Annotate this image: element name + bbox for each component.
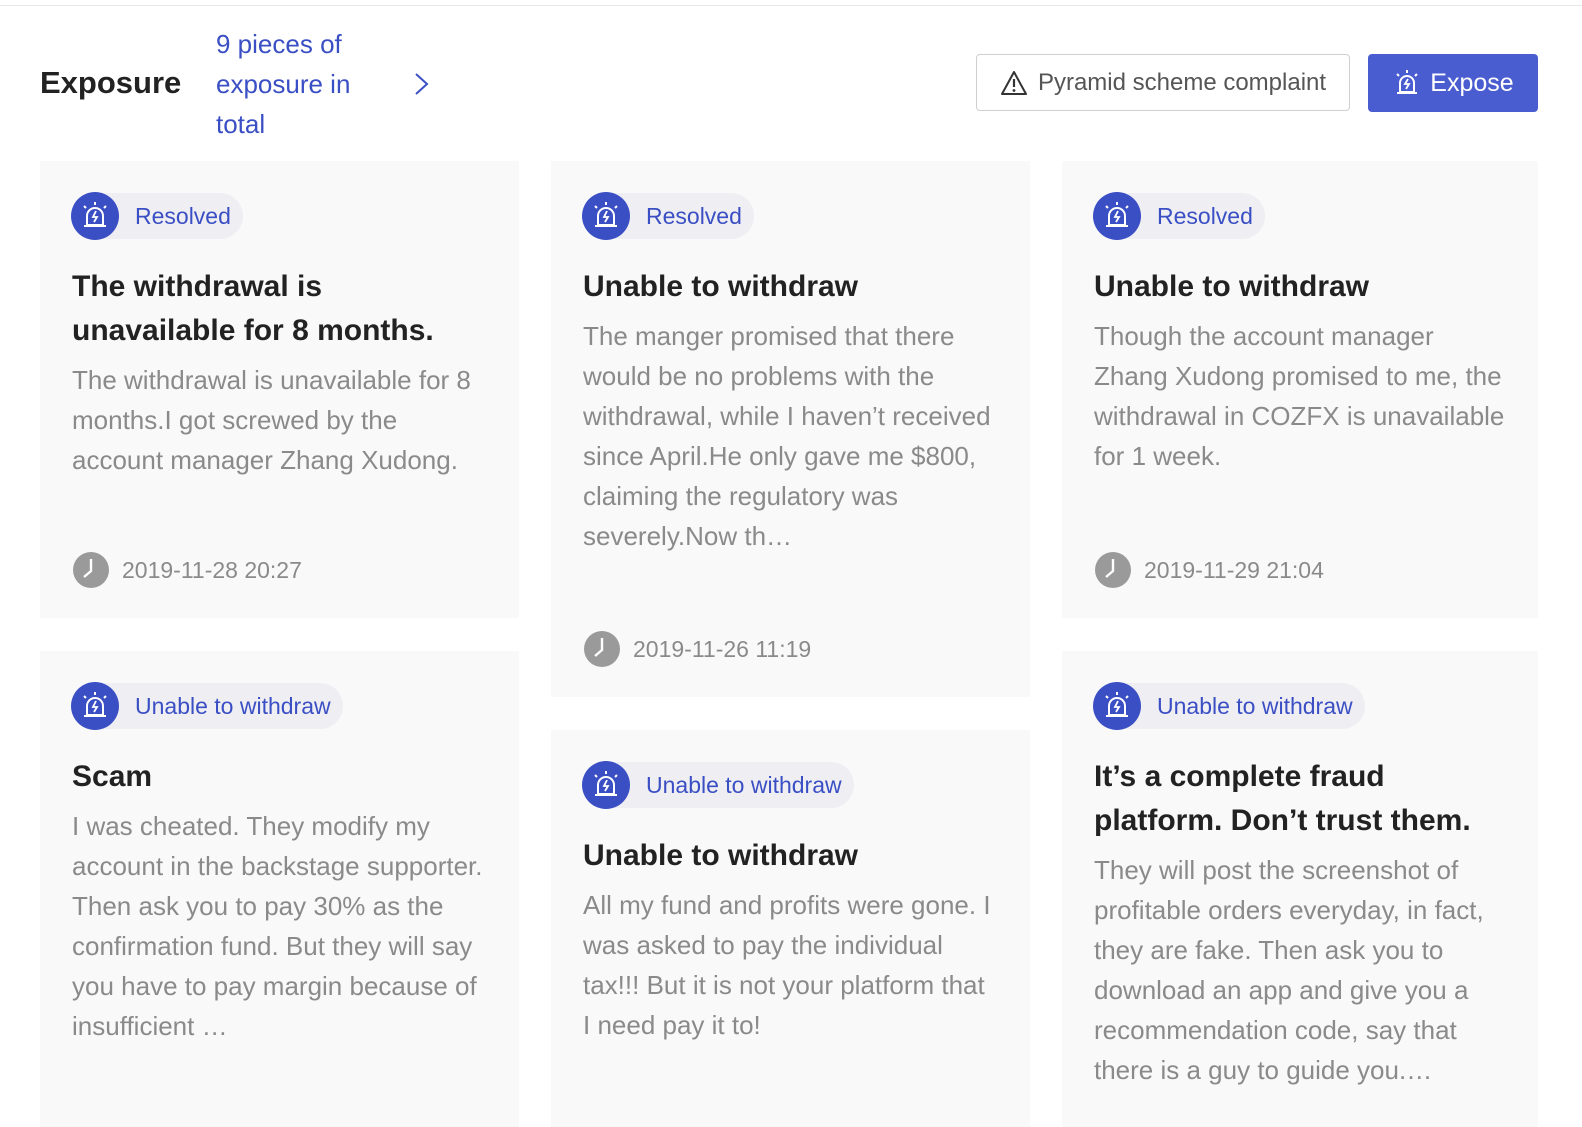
status-badge: Resolved (1093, 192, 1265, 240)
status-badge-label: Resolved (1157, 202, 1253, 229)
card-body: The manger promised that there would be … (583, 321, 991, 551)
card-date-text: 2019-11-26 11:19 (633, 635, 812, 662)
card-body: All my fund and profits were gone. I was… (583, 890, 991, 1040)
card-date-text: 2019-11-29 21:04 (1144, 556, 1324, 583)
status-badge: Unable to withdraw (582, 761, 854, 809)
alarm-siren-icon (1093, 192, 1141, 240)
card-title: It’s a complete fraud platform. Don’t tr… (1094, 760, 1471, 837)
alarm-siren-icon (71, 682, 119, 730)
chevron-right-icon[interactable] (410, 70, 434, 98)
exposure-card[interactable]: Resolved The withdrawal is unavailable f… (40, 161, 519, 618)
complaint-button-label: Pyramid scheme complaint (1037, 68, 1327, 96)
warning-triangle-icon (1000, 70, 1027, 95)
status-badge-label: Unable to withdraw (646, 771, 842, 798)
status-badge: Resolved (71, 192, 243, 240)
card-title: Unable to withdraw (1094, 270, 1370, 303)
exposure-card[interactable]: Resolved Unable to withdraw The manger p… (551, 161, 1030, 697)
card-title: The withdrawal is unavailable for 8 mont… (72, 270, 434, 347)
status-badge: Unable to withdraw (1093, 682, 1365, 730)
expose-button[interactable]: Expose (1368, 54, 1538, 112)
alarm-siren-icon (582, 192, 630, 240)
card-date: 2019-11-28 20:27 (72, 551, 302, 589)
clock-icon (584, 631, 620, 667)
exposure-card[interactable]: Resolved Unable to withdraw Though the a… (1062, 161, 1538, 618)
card-body: The withdrawal is unavailable for 8 mont… (72, 365, 471, 475)
alarm-siren-icon (582, 761, 630, 809)
status-badge-label: Resolved (135, 202, 231, 229)
exposure-card[interactable]: Unable to withdraw Unable to withdraw Al… (551, 730, 1030, 1127)
card-body: Though the account manager Zhang Xudong … (1094, 321, 1505, 471)
card-body: They will post the screenshot of profita… (1094, 855, 1484, 1085)
card-date: 2019-11-29 21:04 (1094, 551, 1324, 589)
clock-icon (1095, 552, 1131, 588)
alarm-siren-icon (1396, 70, 1419, 94)
pyramid-scheme-complaint-button[interactable]: Pyramid scheme complaint (976, 54, 1350, 111)
exposure-total-link[interactable]: 9 pieces of exposure in total (216, 24, 386, 144)
card-date-text: 2019-11-28 20:27 (122, 556, 302, 583)
card-body: I was cheated. They modify my account in… (72, 811, 483, 1041)
card-title: Scam (72, 760, 153, 793)
page-title: Exposure (40, 65, 182, 100)
clock-icon (73, 552, 109, 588)
card-title: Unable to withdraw (583, 839, 859, 872)
card-date: 2019-11-26 11:19 (583, 630, 811, 668)
status-badge-label: Unable to withdraw (135, 692, 331, 719)
card-title: Unable to withdraw (583, 270, 859, 303)
status-badge-label: Unable to withdraw (1157, 692, 1353, 719)
status-badge-label: Resolved (646, 202, 742, 229)
exposure-card[interactable]: Unable to withdraw It’s a complete fraud… (1062, 651, 1538, 1127)
expose-button-label: Expose (1430, 68, 1514, 97)
alarm-siren-icon (1093, 682, 1141, 730)
status-badge: Unable to withdraw (71, 682, 343, 730)
alarm-siren-icon (71, 192, 119, 240)
top-divider (0, 0, 1582, 6)
exposure-card[interactable]: Unable to withdraw Scam I was cheated. T… (40, 651, 519, 1127)
status-badge: Resolved (582, 192, 754, 240)
